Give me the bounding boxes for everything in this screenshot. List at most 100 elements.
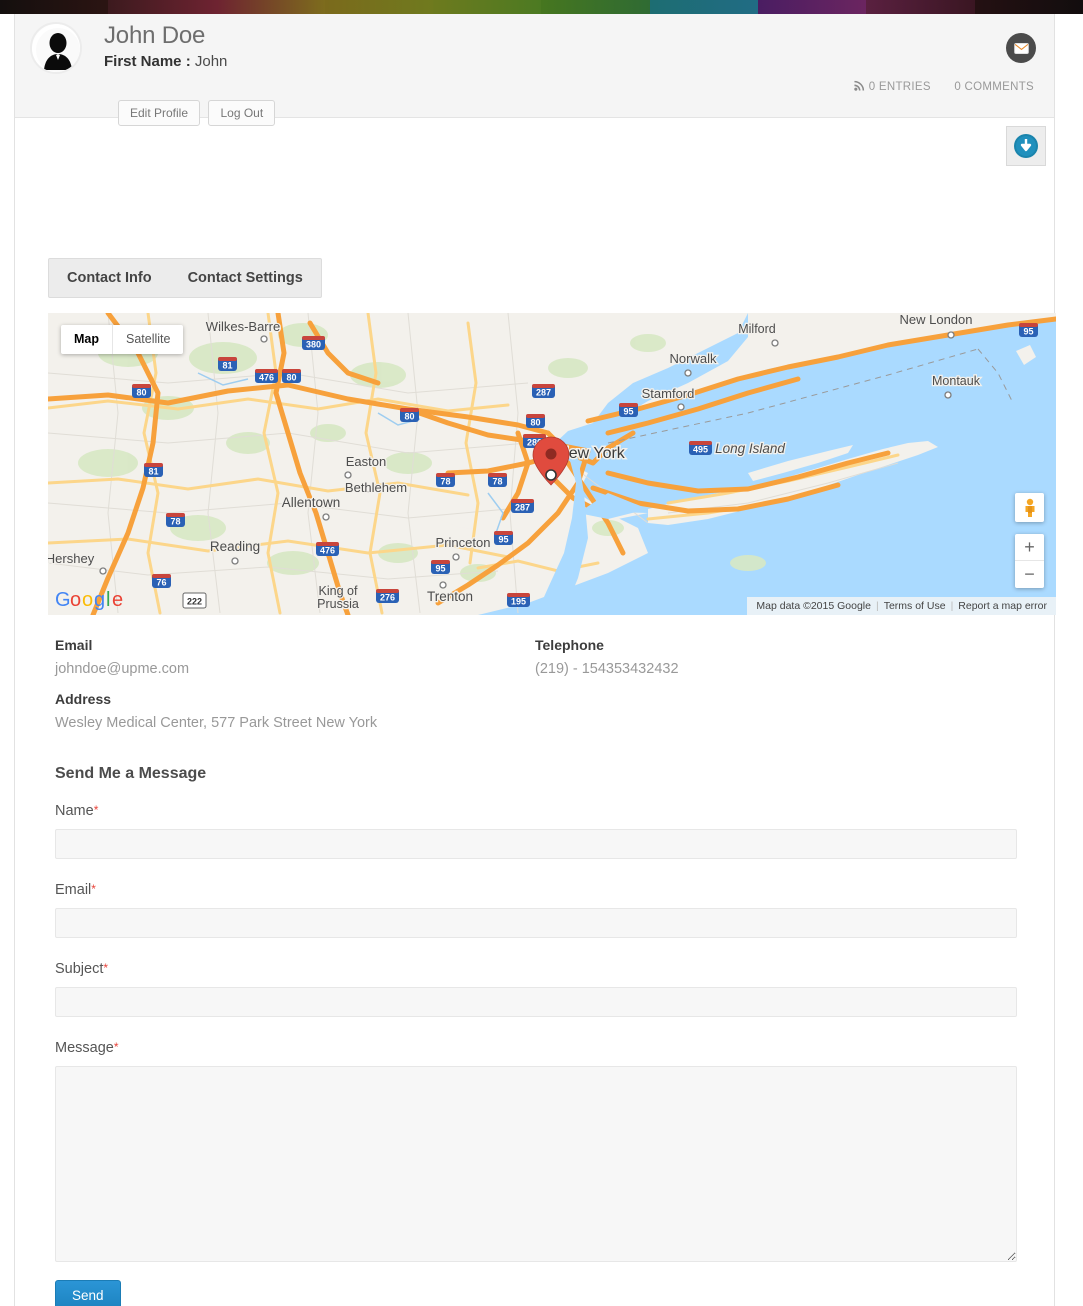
map-type-satellite-button[interactable]: Satellite [112, 325, 183, 354]
download-button[interactable] [1006, 126, 1046, 166]
svg-text:81: 81 [148, 467, 158, 477]
svg-text:222: 222 [187, 597, 202, 607]
svg-text:80: 80 [530, 418, 540, 428]
name-input[interactable] [55, 829, 1017, 859]
svg-text:380: 380 [306, 340, 321, 350]
required-mark: * [93, 803, 99, 817]
svg-text:Long Island: Long Island [715, 441, 785, 456]
svg-text:78: 78 [492, 477, 502, 487]
svg-text:287: 287 [536, 388, 551, 398]
profile-field-row: First Name : John [104, 52, 227, 72]
entries-stat-label: 0 ENTRIES [868, 81, 931, 93]
name-label-text: Name [55, 803, 94, 819]
comments-stat-label: 0 COMMENTS [954, 81, 1034, 93]
top-color-strip [0, 0, 1083, 14]
svg-text:95: 95 [498, 535, 508, 545]
map-type-control: Map Satellite [61, 325, 184, 354]
envelope-icon [1013, 42, 1029, 54]
profile-field-label: First Name : [104, 53, 191, 70]
svg-text:Prussia: Prussia [317, 597, 359, 611]
message-field-label: Message* [55, 1037, 1035, 1058]
svg-text:Wilkes-Barre: Wilkes-Barre [206, 319, 280, 334]
profile-header: John Doe First Name : John Edit Profile … [15, 14, 1054, 126]
required-mark: * [91, 882, 96, 896]
svg-text:Stamford: Stamford [642, 386, 695, 401]
send-button[interactable]: Send [55, 1280, 121, 1306]
form-title: Send Me a Message [55, 765, 207, 782]
page-frame: John Doe First Name : John Edit Profile … [14, 14, 1056, 1306]
tab-contact-info[interactable]: Contact Info [49, 259, 170, 297]
svg-text:495: 495 [693, 445, 708, 455]
svg-text:476: 476 [320, 546, 335, 556]
map-report-error-link[interactable]: Report a map error [958, 600, 1047, 612]
contact-tabs: Contact Info Contact Settings [48, 258, 322, 298]
rss-icon [853, 80, 864, 91]
svg-text:195: 195 [511, 597, 526, 607]
tab-contact-settings[interactable]: Contact Settings [170, 259, 321, 297]
svg-text:o: o [82, 589, 93, 611]
svg-text:95: 95 [623, 407, 633, 417]
map-marker-icon [532, 436, 570, 486]
telephone-value: (219) - 154353432432 [535, 661, 679, 677]
email-input[interactable] [55, 908, 1017, 938]
svg-text:Reading: Reading [210, 539, 260, 554]
circle-down-arrow-icon [1014, 134, 1038, 158]
svg-text:80: 80 [136, 388, 146, 398]
svg-text:95: 95 [1023, 327, 1033, 337]
map-type-map-button[interactable]: Map [61, 325, 112, 354]
email-label-text: Email [55, 882, 92, 898]
street-view-pegman-button[interactable] [1015, 493, 1044, 522]
svg-text:95: 95 [435, 564, 445, 574]
svg-text:78: 78 [170, 517, 180, 527]
send-message-button[interactable] [1006, 33, 1036, 63]
svg-text:King of: King of [319, 584, 358, 598]
svg-text:G: G [55, 589, 71, 611]
profile-stats: 0 ENTRIES 0 COMMENTS [834, 80, 1034, 93]
svg-text:76: 76 [156, 578, 166, 588]
svg-text:Milford: Milford [738, 322, 776, 336]
map-zoom-in-button[interactable]: + [1015, 534, 1044, 561]
profile-field-value: John [194, 53, 228, 70]
svg-text:Easton: Easton [346, 454, 386, 469]
street-view-pegman-icon [1025, 498, 1034, 517]
avatar [30, 22, 82, 74]
email-label: Email [55, 637, 93, 653]
contact-details: Email johndoe@upme.com Address Wesley Me… [55, 626, 1035, 734]
email-value: johndoe@upme.com [55, 661, 190, 677]
edit-profile-button[interactable]: Edit Profile [118, 100, 201, 126]
subject-input[interactable] [55, 987, 1017, 1017]
google-logo[interactable]: G o o g l e [55, 588, 125, 612]
svg-text:e: e [112, 589, 123, 611]
svg-text:276: 276 [380, 593, 395, 603]
map-attribution: Map data ©2015 Google | Terms of Use | Repor… [747, 597, 1056, 615]
required-mark: * [113, 1040, 119, 1054]
map-terms-link[interactable]: Terms of Use [884, 600, 946, 612]
log-out-button[interactable]: Log Out [208, 100, 276, 126]
address-value: Wesley Medical Center, 577 Park Street N… [55, 715, 378, 731]
svg-text:Hershey: Hershey [48, 551, 95, 566]
subject-label-text: Subject [55, 961, 104, 977]
subject-field-label: Subject* [55, 958, 1035, 979]
contact-column-right: Telephone (219) - 154353432432 [535, 626, 1015, 734]
name-field-label: Name* [55, 800, 1035, 821]
entries-stat: 0 ENTRIES [853, 80, 935, 93]
required-mark: * [103, 961, 109, 975]
svg-text:Bethlehem: Bethlehem [345, 480, 407, 495]
svg-text:l: l [106, 589, 110, 611]
message-textarea[interactable] [55, 1066, 1017, 1262]
svg-text:476: 476 [259, 373, 274, 383]
svg-text:287: 287 [515, 503, 530, 513]
location-map[interactable]: Wilkes-Barre Milford New London Norwalk … [48, 313, 1056, 615]
user-silhouette-avatar-icon [32, 24, 80, 72]
map-zoom-out-button[interactable]: − [1015, 561, 1044, 588]
telephone-label: Telephone [535, 637, 604, 653]
svg-text:Montauk: Montauk [932, 374, 981, 388]
svg-text:81: 81 [222, 361, 232, 371]
svg-text:New London: New London [900, 313, 973, 327]
google-logo-icon: G o o g l e [55, 589, 123, 611]
svg-text:Norwalk: Norwalk [670, 351, 717, 366]
map-labels: Wilkes-Barre Milford New London Norwalk … [48, 313, 1038, 612]
profile-name-block: John Doe First Name : John [104, 22, 227, 72]
profile-actions: Edit Profile Log Out [118, 100, 279, 126]
page-title: John Doe [104, 22, 206, 49]
